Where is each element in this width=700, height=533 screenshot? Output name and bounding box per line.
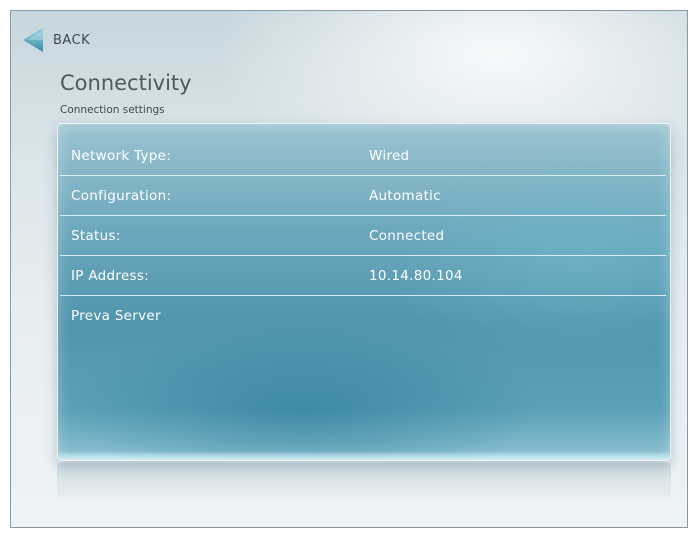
setting-value: Automatic — [369, 188, 441, 204]
setting-label: Network Type: — [71, 148, 172, 164]
panel-reflection — [57, 463, 671, 503]
back-button[interactable]: BACK — [23, 28, 90, 52]
back-label: BACK — [53, 32, 91, 48]
page-title: Connectivity — [60, 71, 192, 95]
setting-row-configuration[interactable]: Configuration: Automatic — [58, 176, 666, 216]
setting-row-preva-server[interactable]: Preva Server — [58, 296, 666, 336]
panel-edge-highlight — [58, 452, 670, 460]
setting-label: Status: — [71, 228, 121, 244]
settings-panel: Network Type: Wired Configuration: Autom… — [57, 123, 671, 461]
setting-label: Configuration: — [71, 188, 172, 204]
setting-value: Connected — [369, 228, 445, 244]
setting-label: Preva Server — [71, 308, 161, 324]
setting-value: 10.14.80.104 — [369, 268, 463, 284]
back-arrow-icon — [23, 28, 43, 52]
setting-row-network-type[interactable]: Network Type: Wired — [58, 136, 666, 176]
setting-row-ip-address[interactable]: IP Address: 10.14.80.104 — [58, 256, 666, 296]
setting-row-status[interactable]: Status: Connected — [58, 216, 666, 256]
setting-value: Wired — [369, 148, 410, 164]
connectivity-screen: BACK Connectivity Connection settings Ne… — [10, 10, 688, 528]
setting-label: IP Address: — [71, 268, 150, 284]
page-subtitle: Connection settings — [60, 104, 165, 116]
